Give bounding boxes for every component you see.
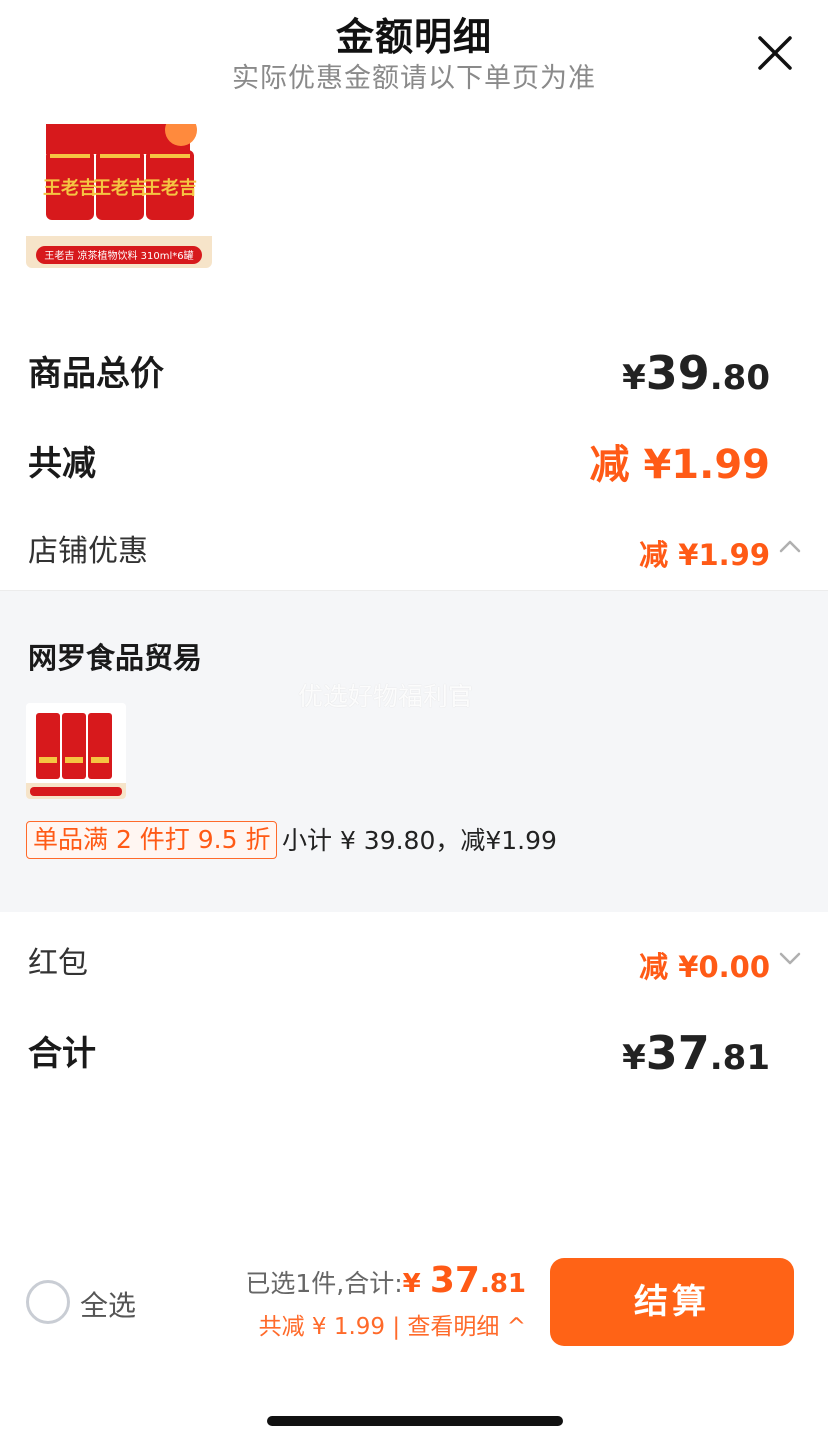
price-integer: 39 <box>645 346 710 400</box>
page-subtitle: 实际优惠金额请以下单页为准 <box>232 63 596 94</box>
product-thumbnail <box>26 703 126 799</box>
chevron-down-icon[interactable] <box>778 946 802 970</box>
close-icon[interactable] <box>752 30 798 76</box>
shop-discount-label: 店铺优惠 <box>28 534 148 569</box>
view-details-link[interactable]: 共减 ¥ 1.99 | 查看明细 ^ <box>245 1307 526 1341</box>
goods-total-value: ¥39.80 <box>622 346 770 400</box>
brand-text: 王老吉 <box>143 177 197 199</box>
chevron-up-icon[interactable] <box>778 534 802 558</box>
sum-row: 合计 ¥37.81 <box>28 1026 770 1086</box>
shop-discount-value: 减 ¥1.99 <box>639 538 770 572</box>
shop-discount-row[interactable]: 店铺优惠 减 ¥1.99 <box>28 526 770 574</box>
select-all-label[interactable]: 全选 <box>80 1284 136 1324</box>
price-integer: 37 <box>429 1260 480 1301</box>
page-title: 金额明细 <box>335 15 492 59</box>
total-discount-label: 共减 <box>28 444 96 484</box>
brand-text: 王老吉 <box>43 177 97 199</box>
price-decimal: .80 <box>709 358 770 398</box>
shop-name: 网罗食品贸易 <box>28 641 203 675</box>
currency-symbol: ¥ <box>402 1269 430 1299</box>
currency-symbol: ¥ <box>622 1038 646 1078</box>
currency-symbol: ¥ <box>622 358 646 398</box>
promo-subtotal-text: 小计 ¥ 39.80，减¥1.99 <box>282 826 557 855</box>
checkout-summary: 已选1件,合计:¥ 37.81 共减 ¥ 1.99 | 查看明细 ^ <box>245 1260 526 1341</box>
goods-total-label: 商品总价 <box>28 354 164 394</box>
price-integer: 37 <box>645 1026 710 1080</box>
red-packet-row[interactable]: 红包 减 ¥0.00 <box>28 938 770 986</box>
price-decimal: .81 <box>709 1038 770 1078</box>
promo-tag: 单品满 2 件打 9.5 折 <box>26 821 278 859</box>
select-all-radio[interactable] <box>26 1280 70 1324</box>
checkout-bar: 全选 已选1件,合计:¥ 37.81 共减 ¥ 1.99 | 查看明细 ^ 结算 <box>0 1240 828 1370</box>
brand-text: 王老吉 <box>93 177 147 199</box>
sum-label: 合计 <box>28 1034 96 1074</box>
home-indicator <box>267 1416 563 1426</box>
product-image: 王老吉 王老吉 王老吉 王老吉 凉茶植物饮料 310ml*6罐 <box>26 124 212 268</box>
shop-discount-panel: 网罗食品贸易 优选好物福利官 单品满 2 件打 9.5 折 小计 ¥ 39.80… <box>0 590 828 912</box>
total-discount-row: 共减 减 ¥1.99 <box>28 436 770 496</box>
product-caption: 王老吉 凉茶植物饮料 310ml*6罐 <box>44 249 193 262</box>
watermark: 优选好物福利官 <box>298 682 474 711</box>
selected-summary: 已选1件,合计:¥ 37.81 <box>245 1260 526 1301</box>
checkout-amount: ¥ 37.81 <box>402 1260 526 1301</box>
header: 金额明细 实际优惠金额请以下单页为准 <box>0 0 828 110</box>
total-discount-value: 减 ¥1.99 <box>589 442 770 488</box>
goods-total-row: 商品总价 ¥39.80 <box>28 346 770 406</box>
red-packet-label: 红包 <box>28 946 88 981</box>
price-decimal: .81 <box>479 1269 526 1299</box>
checkout-button[interactable]: 结算 <box>550 1258 794 1346</box>
sum-value: ¥37.81 <box>622 1026 770 1080</box>
selected-prefix: 已选1件,合计: <box>245 1269 403 1298</box>
red-packet-value: 减 ¥0.00 <box>639 950 770 984</box>
